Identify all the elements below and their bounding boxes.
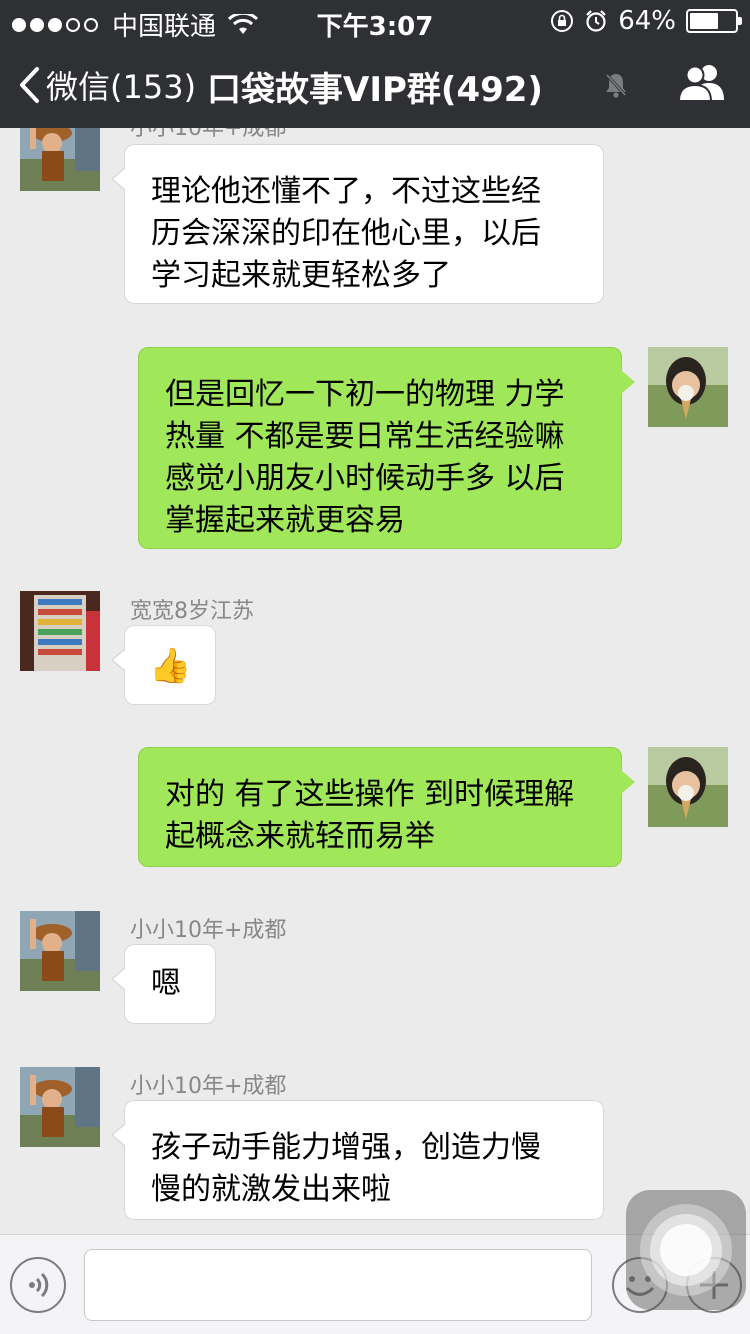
avatar-image — [20, 911, 100, 991]
my-avatar[interactable] — [648, 347, 728, 427]
message-text: 孩子动手能力增强，创造力慢 慢的就激发出来啦 — [151, 1130, 541, 1207]
message-list[interactable]: 小小10年+成都 理论他还懂不了，不过这些经 历会深深的印在他心里，以后 学习起… — [0, 128, 750, 1234]
sender-name: 小小10年+成都 — [130, 1074, 287, 1099]
group-members-button[interactable] — [677, 62, 726, 106]
sender-name: 小小10年+成都 — [130, 918, 287, 943]
nav-bar: 微信(153) 口袋故事VIP群(492) — [0, 40, 750, 128]
thumbs-up-icon: 👍 — [149, 646, 192, 686]
chevron-left-icon — [20, 67, 39, 103]
back-button[interactable]: 微信(153) — [18, 62, 196, 108]
chat-screen: 中国联通 下午3:07 64% 微信(153) 口袋故事VIP群(492) 小小… — [0, 0, 750, 1334]
message-text: 对的 有了这些操作 到时候理解 起概念来就轻而易举 — [165, 777, 575, 854]
avatar[interactable] — [20, 911, 100, 991]
battery-percent: 64% — [618, 6, 676, 36]
message-bubble[interactable]: 👍 — [111, 625, 216, 705]
avatar-image — [20, 128, 100, 191]
avatar[interactable] — [20, 591, 100, 671]
assistive-touch-button[interactable] — [626, 1190, 746, 1310]
message-bubble[interactable]: 孩子动手能力增强，创造力慢 慢的就激发出来啦 — [111, 1100, 604, 1220]
wifi-icon — [228, 13, 259, 34]
alarm-icon — [586, 10, 606, 32]
avatar-image — [648, 747, 728, 827]
message-text: 理论他还懂不了，不过这些经 历会深深的印在他心里，以后 学习起来就更轻松多了 — [151, 174, 541, 293]
carrier-name: 中国联通 — [112, 12, 217, 42]
my-avatar[interactable] — [648, 747, 728, 827]
message-bubble[interactable]: 但是回忆一下初一的物理 力学 热量 不都是要日常生活经验嘛 感觉小朋友小时候动手… — [138, 347, 635, 549]
top-bar: 中国联通 下午3:07 64% 微信(153) 口袋故事VIP群(492) — [0, 0, 750, 128]
message-bubble[interactable]: 对的 有了这些操作 到时候理解 起概念来就轻而易举 — [138, 747, 635, 867]
avatar-image — [20, 1067, 100, 1147]
avatar-image — [648, 347, 728, 427]
message-text: 嗯 — [151, 966, 181, 1001]
avatar-image — [20, 591, 100, 671]
avatar[interactable] — [20, 1067, 100, 1147]
message-input[interactable] — [84, 1249, 592, 1321]
message-bubble[interactable]: 理论他还懂不了，不过这些经 历会深深的印在他心里，以后 学习起来就更轻松多了 — [111, 144, 604, 304]
voice-icon — [29, 1272, 49, 1298]
signal-icon — [12, 17, 98, 32]
message-bubble[interactable]: 嗯 — [111, 944, 216, 1024]
group-members-icon — [677, 65, 724, 102]
battery-icon — [686, 9, 742, 33]
voice-input-button[interactable] — [10, 1257, 66, 1313]
status-bar: 中国联通 下午3:07 64% — [0, 0, 750, 42]
sender-name: 宽宽8岁江苏 — [130, 599, 254, 624]
mute-icon — [604, 72, 628, 98]
back-label: 微信(153) — [46, 68, 197, 106]
message-text: 但是回忆一下初一的物理 力学 热量 不都是要日常生活经验嘛 感觉小朋友小时候动手… — [165, 377, 565, 538]
sender-name: 小小10年+成都 — [130, 128, 287, 141]
avatar[interactable] — [20, 128, 100, 191]
rotation-lock-icon — [551, 10, 574, 32]
